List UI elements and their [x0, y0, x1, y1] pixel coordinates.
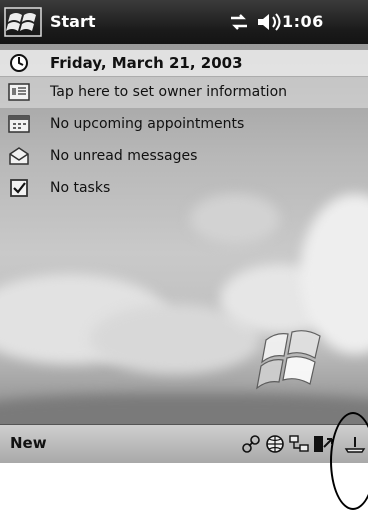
messages-label: No unread messages: [50, 148, 198, 164]
status-icons: [228, 8, 282, 36]
appointments-row[interactable]: No upcoming appointments: [0, 108, 368, 140]
clock[interactable]: 1:06: [282, 12, 324, 31]
speaker-volume-icon[interactable]: [256, 11, 282, 33]
connectivity-arrows-icon[interactable]: [228, 11, 250, 33]
inbox-envelope-icon: [8, 145, 30, 167]
sync-icon[interactable]: [312, 433, 334, 455]
clock-icon: [8, 52, 30, 74]
system-tray: [240, 430, 368, 458]
messages-row[interactable]: No unread messages: [0, 140, 368, 172]
title-bar: Start 1:06: [0, 0, 368, 44]
network-icon[interactable]: [288, 433, 310, 455]
owner-card-icon: [8, 81, 30, 103]
date-row[interactable]: Friday, March 21, 2003: [0, 50, 368, 77]
windows-flag-icon: [4, 7, 42, 37]
windows-logo-icon: [256, 330, 321, 390]
menu-bar: New: [0, 424, 368, 463]
new-menu-button[interactable]: New: [10, 434, 47, 452]
globe-icon[interactable]: [264, 433, 286, 455]
date-label: Friday, March 21, 2003: [50, 54, 243, 72]
owner-info-row[interactable]: Tap here to set owner information: [0, 76, 368, 108]
owner-info-label: Tap here to set owner information: [50, 84, 288, 100]
tasks-checkbox-icon: [8, 177, 30, 199]
tasks-row[interactable]: No tasks: [0, 172, 368, 204]
calendar-icon: [8, 113, 30, 135]
start-menu-button[interactable]: [4, 7, 42, 37]
appointments-label: No upcoming appointments: [50, 116, 245, 132]
start-label[interactable]: Start: [50, 12, 96, 31]
pocket-pc-screen: Start 1:06 Friday, March 21, 2003 Tap he…: [0, 0, 368, 514]
today-screen: Friday, March 21, 2003 Tap here to set o…: [0, 44, 368, 424]
horizon-band: [0, 394, 368, 424]
connection-icon[interactable]: [240, 433, 262, 455]
input-panel-icon[interactable]: [342, 433, 368, 455]
tasks-label: No tasks: [50, 180, 111, 196]
